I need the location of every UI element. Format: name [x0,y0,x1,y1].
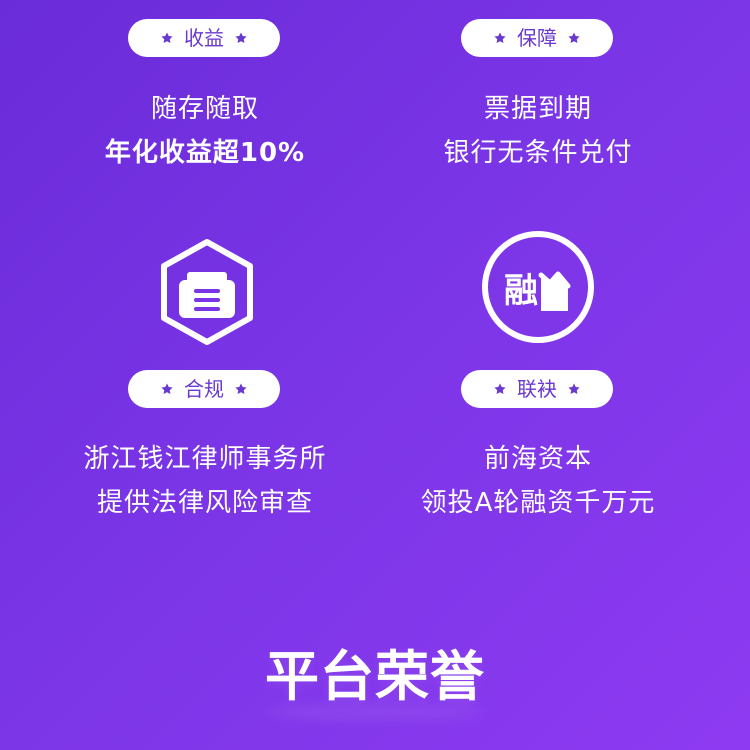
pill-guarantee-label: 保障 [517,26,557,50]
footer-title: 平台荣誉 [265,645,485,708]
star-icon [493,382,507,396]
briefcase-icon [155,238,259,350]
pill-compliance: 合规 [128,370,280,408]
compliance-line-2: 提供法律风险审查 [96,488,313,518]
partnership-line-1: 前海资本 [483,444,592,474]
compliance-text: 浙江钱江律师事务所 提供法律风险审查 [55,437,355,525]
pill-guarantee: 保障 [461,19,613,57]
star-icon [567,31,581,45]
star-icon [160,31,174,45]
guarantee-line-2: 银行无条件兑付 [443,138,633,168]
star-icon [493,31,507,45]
pill-yield: 收益 [128,19,280,57]
star-icon [234,31,248,45]
star-icon [567,382,581,396]
yield-line-2: 年化收益超10% [104,138,306,168]
guarantee-line-1: 票据到期 [483,94,592,124]
pill-compliance-label: 合规 [184,377,224,401]
star-icon [160,382,174,396]
yield-line-1: 随存随取 [150,94,259,124]
rong-financing-icon: 融 [480,229,596,349]
guarantee-text: 票据到期 银行无条件兑付 [388,87,688,175]
rong-char: 融 [504,271,538,311]
yield-text: 随存随取 年化收益超10% [55,87,355,175]
partnership-text: 前海资本 领投A轮融资千万元 [388,437,688,525]
pill-partnership: 联袂 [461,370,613,408]
pill-partnership-label: 联袂 [517,377,557,401]
pill-yield-label: 收益 [184,26,224,50]
star-icon [234,382,248,396]
partnership-line-2: 领投A轮融资千万元 [420,488,656,518]
compliance-line-1: 浙江钱江律师事务所 [83,444,327,474]
